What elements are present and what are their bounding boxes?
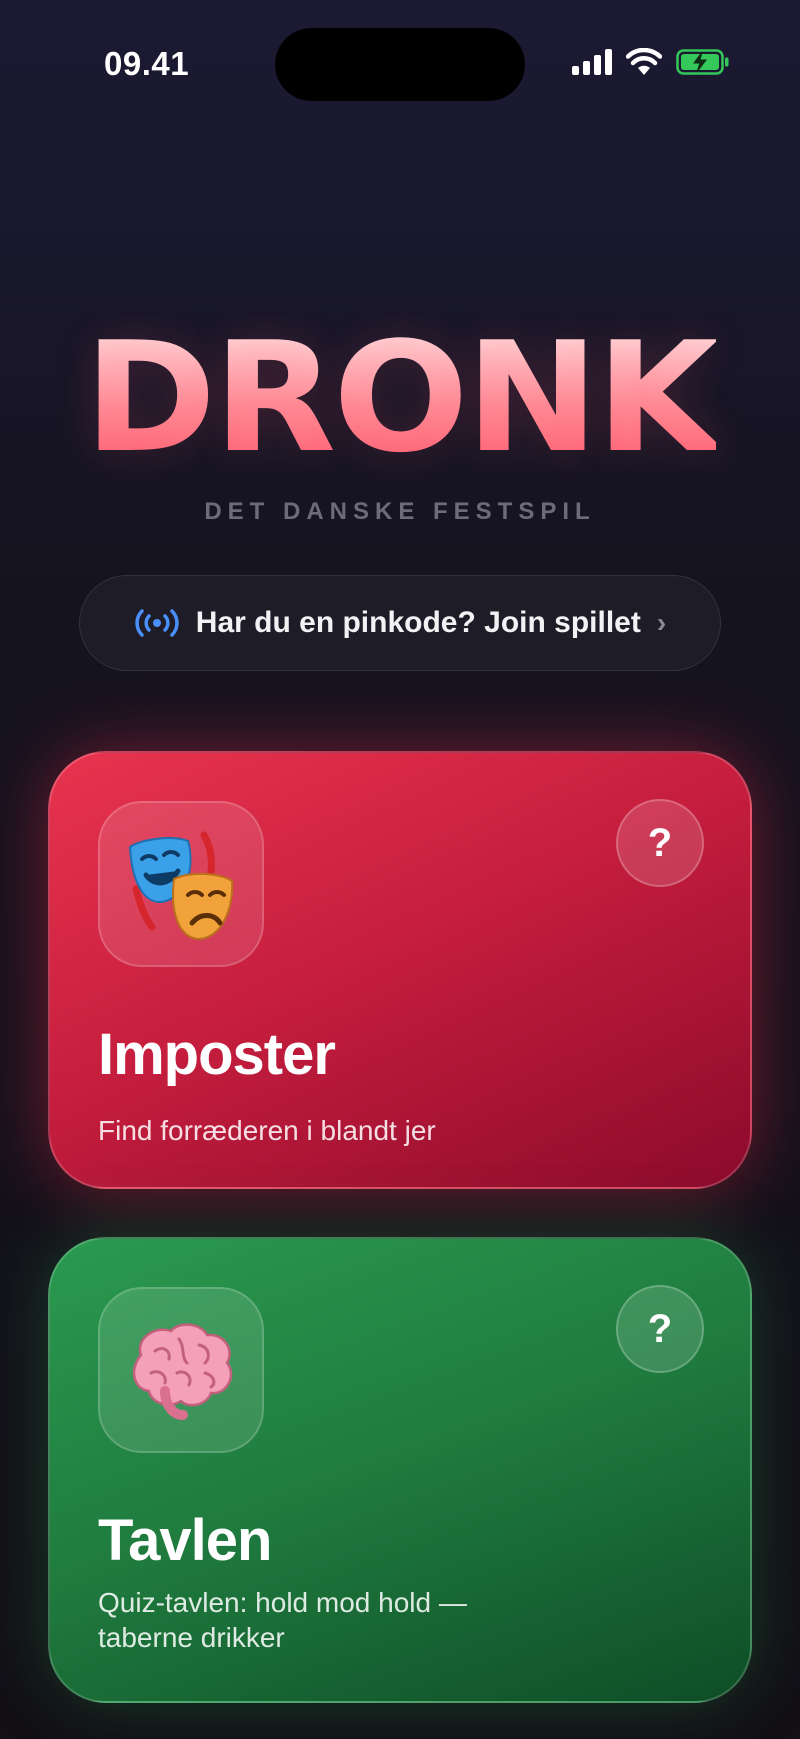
join-game-button[interactable]: Har du en pinkode? Join spillet › xyxy=(79,575,721,671)
game-description: Quiz-tavlen: hold mod hold — taberne dri… xyxy=(98,1587,467,1653)
brain-icon xyxy=(132,1323,233,1420)
game-card-imposter[interactable]: ? Imposter Find forræderen i blandt jer xyxy=(48,751,752,1189)
dynamic-island xyxy=(275,28,525,101)
help-button[interactable]: ? xyxy=(616,1285,704,1373)
game-card-tavlen[interactable]: ? Tavlen Quiz-tavlen: hold mod hold — ta… xyxy=(48,1237,752,1703)
game-icon-box xyxy=(98,1287,264,1453)
broadcast-icon xyxy=(135,609,179,637)
game-icon-box xyxy=(98,801,264,967)
game-title: Tavlen xyxy=(98,1508,272,1573)
app-subtitle: DET DANSKE FESTSPIL xyxy=(204,498,596,525)
status-bar: 09.41 xyxy=(0,0,800,130)
join-label: Har du en pinkode? Join spillet xyxy=(195,606,641,639)
cellular-signal-icon xyxy=(572,48,612,75)
status-time: 09.41 xyxy=(104,45,190,82)
battery-charging-icon xyxy=(676,48,729,75)
help-button[interactable]: ? xyxy=(616,799,704,887)
game-title: Imposter xyxy=(98,1022,336,1087)
status-icons xyxy=(572,48,730,75)
app-title: DRONK xyxy=(83,309,720,486)
game-description: Find forræderen i blandt jer xyxy=(98,1115,436,1146)
wifi-icon xyxy=(626,48,662,75)
theater-masks-icon xyxy=(128,831,234,941)
chevron-right-icon: › xyxy=(656,607,667,638)
title-wrap: DRONK xyxy=(0,322,800,474)
